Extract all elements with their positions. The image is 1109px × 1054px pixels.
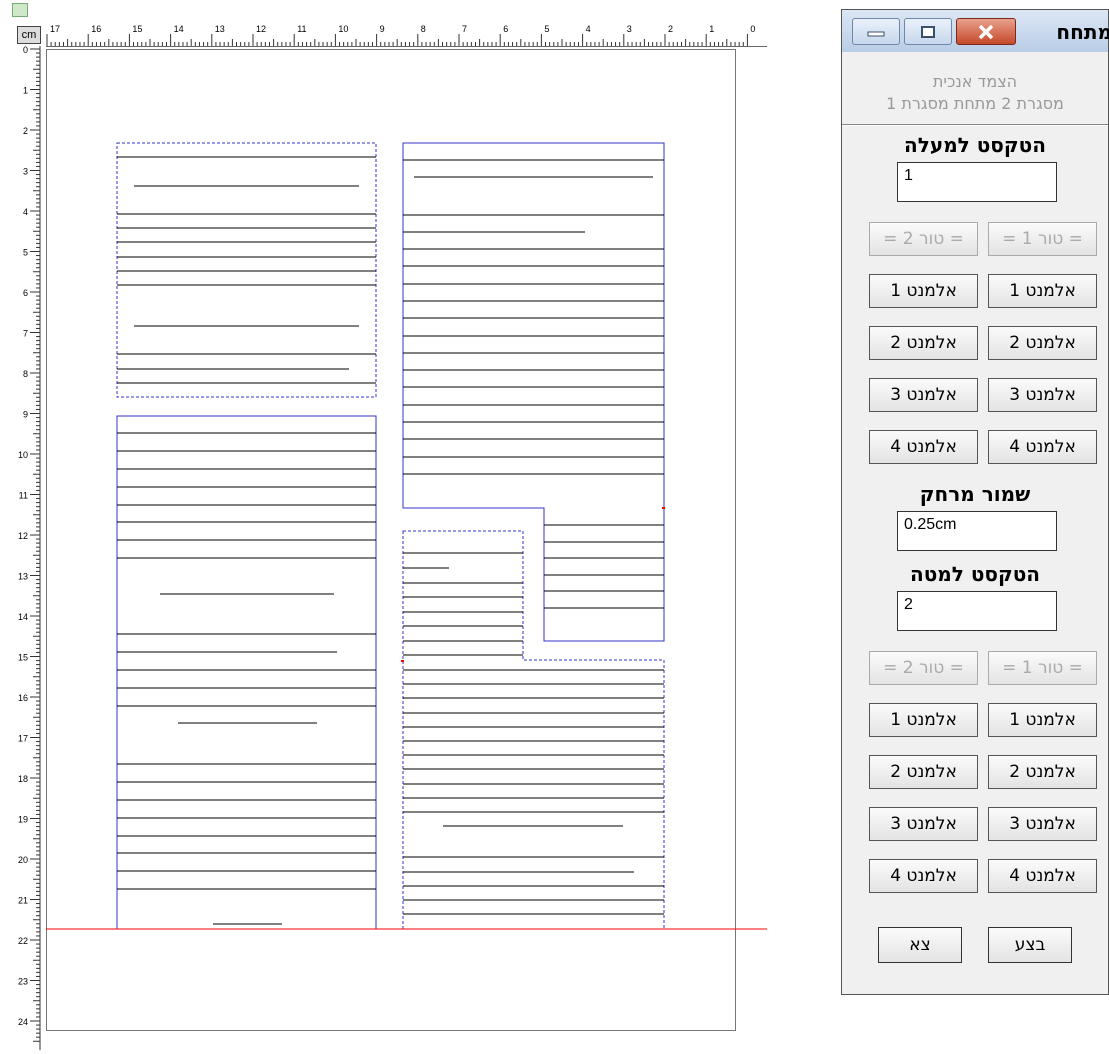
top-col2-header-button[interactable]: = טור 2 =: [869, 222, 978, 256]
dialog-subtitle-line1: הצמד אנכית: [932, 72, 1018, 91]
element-label: אלמנט 4: [1009, 866, 1076, 886]
element-label: אלמנט 4: [890, 437, 957, 457]
element-label: אלמנט 4: [890, 866, 957, 886]
frame-2-bottom-left: [116, 415, 377, 930]
minimize-icon: [853, 19, 899, 44]
top-col1-header-button[interactable]: = טור 1 =: [988, 222, 1097, 256]
spacing-label: שמור מרחק: [919, 482, 1031, 506]
execute-label: בצע: [1014, 935, 1046, 955]
align-dialog: מתחח הצמד אנכית מסגרת 2 מתחת מסגרת 1 הטק…: [841, 9, 1109, 995]
bottom-col1-element2-button[interactable]: אלמנט 2: [988, 755, 1097, 789]
exit-label: צא: [909, 935, 931, 955]
element-label: אלמנט 3: [890, 385, 957, 405]
dialog-subtitle-line2: מסגרת 2 מתחת מסגרת 1: [886, 94, 1064, 113]
close-button[interactable]: [956, 18, 1016, 45]
bottom-col1-header-button[interactable]: = טור 1 =: [988, 651, 1097, 685]
top-col2-element2-button[interactable]: אלמנט 2: [869, 326, 978, 360]
bottom-col1-element1-button[interactable]: אלמנט 1: [988, 703, 1097, 737]
element-label: אלמנט 3: [1009, 814, 1076, 834]
bottom-col2-header-label: = טור 2 =: [883, 658, 964, 678]
bottom-col2-element4-button[interactable]: אלמנט 4: [869, 859, 978, 893]
spacing-value: 0.25cm: [904, 516, 957, 533]
element-label: אלמנט 3: [1009, 385, 1076, 405]
top-text-field[interactable]: 1: [897, 162, 1057, 202]
bottom-col2-header-button[interactable]: = טור 2 =: [869, 651, 978, 685]
bottom-col1-header-label: = טור 1 =: [1002, 658, 1083, 678]
top-text-label: הטקסט למעלה: [904, 133, 1046, 157]
maximize-button[interactable]: [904, 18, 952, 45]
frame-1-top-left: [116, 142, 377, 398]
element-label: אלמנט 1: [1009, 710, 1076, 730]
close-icon: [957, 19, 1015, 44]
bottom-col2-element2-button[interactable]: אלמנט 2: [869, 755, 978, 789]
top-col1-element4-button[interactable]: אלמנט 4: [988, 430, 1097, 464]
element-label: אלמנט 1: [890, 281, 957, 301]
element-label: אלמנט 2: [890, 333, 957, 353]
document-frames: [46, 142, 767, 930]
top-col1-element3-button[interactable]: אלמנט 3: [988, 378, 1097, 412]
bottom-col1-element4-button[interactable]: אלמנט 4: [988, 859, 1097, 893]
top-text-value: 1: [904, 167, 913, 184]
element-label: אלמנט 2: [1009, 762, 1076, 782]
exit-button[interactable]: צא: [878, 927, 962, 963]
frame-3-top-right: [402, 142, 665, 642]
bottom-text-value: 2: [904, 596, 913, 613]
element-label: אלמנט 2: [890, 762, 957, 782]
anchor-marker: [662, 507, 665, 509]
top-col1-element1-button[interactable]: אלמנט 1: [988, 274, 1097, 308]
anchor-marker: [401, 660, 404, 662]
top-col2-element1-button[interactable]: אלמנט 1: [869, 274, 978, 308]
element-label: אלמנט 1: [1009, 281, 1076, 301]
spacing-field[interactable]: 0.25cm: [897, 511, 1057, 551]
element-label: אלמנט 4: [1009, 437, 1076, 457]
dialog-title: מתחח: [1056, 20, 1109, 44]
minimize-button[interactable]: [852, 18, 900, 45]
dialog-separator: [842, 124, 1108, 126]
top-col2-element4-button[interactable]: אלמנט 4: [869, 430, 978, 464]
top-col2-header-label: = טור 2 =: [883, 229, 964, 249]
bottom-col2-element3-button[interactable]: אלמנט 3: [869, 807, 978, 841]
top-col1-header-label: = טור 1 =: [1002, 229, 1083, 249]
element-label: אלמנט 3: [890, 814, 957, 834]
execute-button[interactable]: בצע: [988, 927, 1072, 963]
maximize-icon: [905, 19, 951, 44]
element-label: אלמנט 1: [890, 710, 957, 730]
top-col2-element3-button[interactable]: אלמנט 3: [869, 378, 978, 412]
bottom-col1-element3-button[interactable]: אלמנט 3: [988, 807, 1097, 841]
dialog-titlebar[interactable]: מתחח: [842, 10, 1109, 52]
bottom-text-field[interactable]: 2: [897, 591, 1057, 631]
top-col1-element2-button[interactable]: אלמנט 2: [988, 326, 1097, 360]
bottom-col2-element1-button[interactable]: אלמנט 1: [869, 703, 978, 737]
bottom-text-label: הטקסט למטה: [909, 562, 1041, 586]
element-label: אלמנט 2: [1009, 333, 1076, 353]
